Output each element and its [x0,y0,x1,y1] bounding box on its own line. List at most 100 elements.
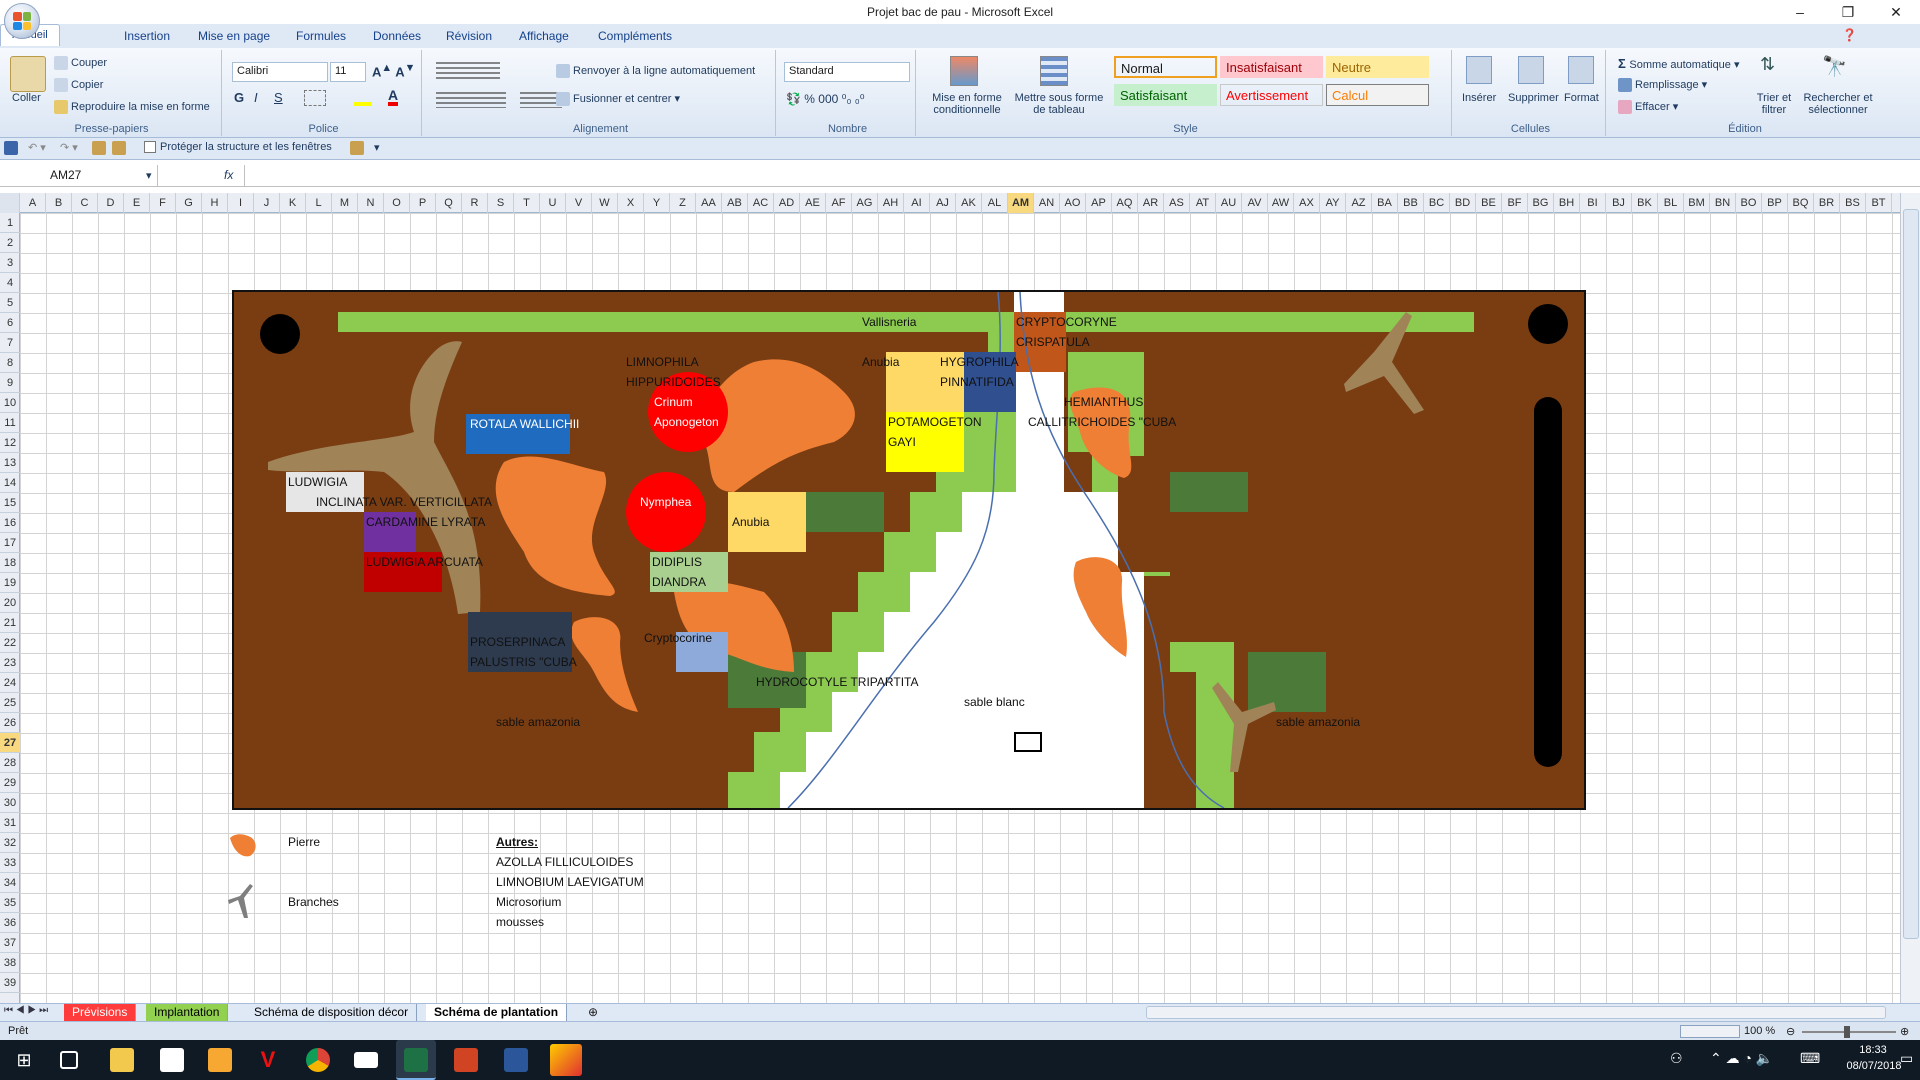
column-header[interactable]: Q [436,193,462,213]
row-header[interactable]: 36 [0,913,20,933]
row-header[interactable]: 34 [0,873,20,893]
borders-button[interactable] [304,90,326,106]
row-header[interactable]: 38 [0,953,20,973]
italic-button[interactable]: I [254,90,258,105]
row-header[interactable]: 26 [0,713,20,733]
column-header[interactable]: C [72,193,98,213]
column-header[interactable]: R [462,193,488,213]
tab-mise-en-page[interactable]: Mise en page [198,29,270,43]
number-format-select[interactable]: Standard [784,62,910,82]
row-header[interactable]: 29 [0,773,20,793]
number-format-icons[interactable]: 💱 % 000 ⁰₀ ₀⁰ [786,92,865,106]
cut-button[interactable]: Couper [54,56,107,70]
vertical-scroll-thumb[interactable] [1903,209,1919,939]
column-header[interactable]: BN [1710,193,1736,213]
column-header[interactable]: BC [1424,193,1450,213]
app-v-icon[interactable]: V [256,1048,280,1072]
column-header[interactable]: F [150,193,176,213]
binoculars-icon[interactable]: 🔭 [1822,54,1847,79]
row-header[interactable]: 28 [0,753,20,773]
column-header[interactable]: Z [670,193,696,213]
column-header[interactable]: BH [1554,193,1580,213]
column-header[interactable]: W [592,193,618,213]
row-header[interactable]: 14 [0,473,20,493]
row-header[interactable]: 4 [0,273,20,293]
font-size-select[interactable]: 11 [330,62,366,82]
column-header[interactable]: BS [1840,193,1866,213]
customize-qat-icon[interactable]: ▾ [374,141,380,154]
column-header[interactable]: Y [644,193,670,213]
task-view-icon[interactable] [60,1051,78,1069]
row-header[interactable]: 17 [0,533,20,553]
select-all-button[interactable] [0,193,20,213]
column-header[interactable]: AK [956,193,982,213]
style-calcul[interactable]: Calcul [1326,84,1429,106]
row-header[interactable]: 25 [0,693,20,713]
app-flash-icon[interactable] [550,1044,582,1076]
help-icon[interactable]: ❓ [1842,28,1857,42]
row-header[interactable]: 3 [0,253,20,273]
row-header[interactable]: 37 [0,933,20,953]
column-header[interactable]: AY [1320,193,1346,213]
excel-icon[interactable] [404,1048,428,1072]
row-header[interactable]: 22 [0,633,20,653]
format-button[interactable]: Format [1564,92,1599,104]
find-select-button[interactable]: Rechercher et sélectionner [1800,92,1876,116]
row-header[interactable]: 27 [0,733,20,753]
save-icon[interactable] [4,141,18,155]
column-header[interactable]: T [514,193,540,213]
row-header[interactable]: 6 [0,313,20,333]
column-header[interactable]: K [280,193,306,213]
protect-checkbox[interactable] [144,141,156,153]
table-format-button[interactable]: Mettre sous forme de tableau [1012,92,1106,116]
bold-button[interactable]: G [234,90,244,105]
style-normal[interactable]: Normal [1114,56,1217,78]
tab-formules[interactable]: Formules [296,29,346,43]
insert-button[interactable]: Insérer [1462,92,1496,104]
column-header[interactable]: U [540,193,566,213]
word-icon[interactable] [504,1048,528,1072]
column-header[interactable]: BF [1502,193,1528,213]
fill-color-icon[interactable] [354,90,372,106]
font-color-icon[interactable]: A [388,88,399,106]
row-header[interactable]: 13 [0,453,20,473]
view-mode-buttons[interactable] [1680,1025,1740,1038]
column-header[interactable]: AH [878,193,904,213]
vertical-scrollbar[interactable] [1900,193,1920,1003]
column-header[interactable]: BB [1398,193,1424,213]
underline-button[interactable]: S [274,90,283,105]
column-header[interactable]: AM [1008,193,1034,213]
column-header[interactable]: L [306,193,332,213]
column-header[interactable]: A [20,193,46,213]
minimize-button[interactable]: – [1786,2,1814,22]
sort-filter-icon[interactable]: ⇅ [1760,54,1786,84]
column-header[interactable]: BO [1736,193,1762,213]
column-header[interactable]: AC [748,193,774,213]
column-header[interactable]: B [46,193,72,213]
zoom-slider-thumb[interactable] [1844,1026,1850,1038]
row-header[interactable]: 8 [0,353,20,373]
row-header[interactable]: 18 [0,553,20,573]
column-header[interactable]: AA [696,193,722,213]
table-format-icon[interactable] [1040,56,1068,86]
share-icon[interactable] [350,141,364,155]
selected-cell[interactable] [1014,732,1042,752]
column-header[interactable]: E [124,193,150,213]
tab-revision[interactable]: Révision [446,29,492,43]
column-header[interactable]: AI [904,193,930,213]
column-header[interactable]: AO [1060,193,1086,213]
row-header[interactable]: 30 [0,793,20,813]
format-painter-button[interactable]: Reproduire la mise en forme [54,100,210,114]
delete-button[interactable]: Supprimer [1508,92,1559,104]
row-header[interactable]: 32 [0,833,20,853]
sheet-tab-previsions[interactable]: Prévisions [64,1004,137,1021]
row-header[interactable]: 16 [0,513,20,533]
style-neutre[interactable]: Neutre [1326,56,1429,78]
office-button[interactable] [4,3,40,39]
row-header[interactable]: 33 [0,853,20,873]
protect-structure-label[interactable]: Protéger la structure et les fenêtres [160,141,332,153]
column-header[interactable]: AQ [1112,193,1138,213]
column-header[interactable]: BG [1528,193,1554,213]
row-header[interactable]: 15 [0,493,20,513]
column-header[interactable]: BR [1814,193,1840,213]
